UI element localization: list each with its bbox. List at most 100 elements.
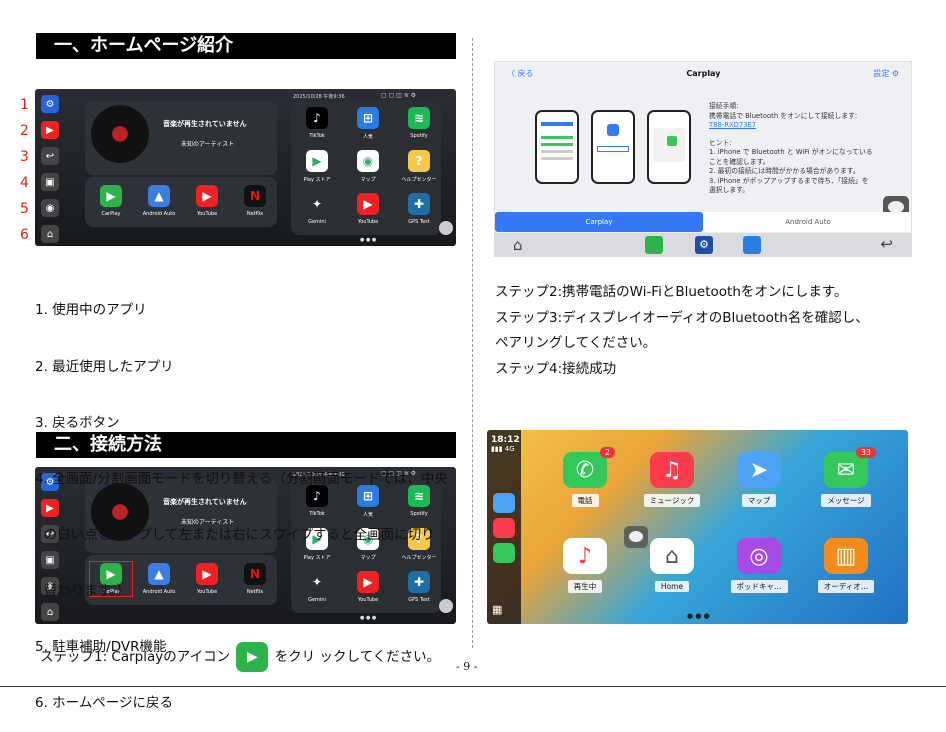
app-label: Android Auto	[142, 211, 176, 217]
app-label: Gemini	[308, 219, 326, 225]
youtube-icon: ▶	[357, 193, 379, 215]
camera-icon[interactable]: ◉	[41, 199, 59, 217]
home-icon[interactable]: ⌂	[513, 236, 523, 254]
messages-icon: ✉ 33	[824, 447, 876, 488]
back-arrow-icon[interactable]: ↩	[880, 235, 893, 253]
app-label: 人気	[362, 134, 373, 140]
carplay-home-screen: 18:12 ▮▮▮ 4G ▦ ✆ 2 電話 ♫ ミュージック ➤ マップ ✉ 33 メッセージ ♪ 再…	[487, 430, 908, 624]
carplay-sidebar: 18:12 ▮▮▮ 4G ▦	[487, 430, 521, 624]
feature-item: 6. ホームページに戻る	[35, 695, 173, 712]
dock-app[interactable]: ▲ Android Auto	[139, 185, 179, 217]
side-number: 2	[20, 123, 29, 139]
grid-app[interactable]: ◉ マップ	[346, 150, 390, 183]
connection-steps: ステップ2:携帯電話のWi-FiとBluetoothをオンにします。 ステップ3…	[495, 280, 869, 382]
carplay-app-label: マップ	[741, 494, 777, 507]
home-icon[interactable]: ⌂	[41, 225, 59, 243]
grid-app[interactable]: ▶ YouTube	[346, 193, 390, 225]
maps-icon: ◉	[357, 150, 379, 172]
grid-app[interactable]: ✦ Gemini	[295, 193, 339, 225]
step1-instruction: ステップ1: Carplayのアイコン ▶ をクリ ックしてください。	[40, 642, 440, 672]
settings-label: 設定	[873, 68, 890, 78]
home-icon: ⌂	[650, 538, 694, 574]
app-label: TikTok	[309, 133, 325, 139]
carplay-app[interactable]: ✉ 33 メッセージ	[811, 447, 881, 507]
carplay-app[interactable]: ♫ ミュージック	[637, 452, 707, 507]
now-playing-status: 音楽が再生されていません	[163, 120, 247, 128]
settings-button[interactable]: 設定 ⚙	[873, 68, 899, 79]
grid-app[interactable]: ✚ GPS Test	[397, 193, 441, 225]
app-label: CarPlay	[101, 211, 121, 217]
feature-item: の白い点をタップして左または右にスワイプすると全画面に切り	[35, 526, 435, 543]
settings-icon[interactable]: ⚙	[41, 95, 59, 113]
tab-android-auto[interactable]: Android Auto	[703, 212, 913, 232]
grid-app[interactable]: ▶ Play ストア	[295, 150, 339, 183]
carplay-icon: ▶	[100, 185, 122, 207]
head-unit-sidebar: ⚙ ▶ ↩ ▣ ◉ ⌂	[41, 95, 61, 246]
grid-app[interactable]: ? ヘルプセンター	[397, 150, 441, 183]
back-icon[interactable]: ↩	[41, 147, 59, 165]
artist-name: 未知のアーティスト	[181, 141, 235, 148]
grid-app[interactable]: ♪ TikTok	[295, 107, 339, 139]
page-number: - 9 -	[456, 660, 478, 673]
floating-ball-button[interactable]	[439, 221, 453, 235]
folder-icon[interactable]	[743, 236, 761, 254]
music-icon: ♫	[650, 452, 694, 488]
dock-app[interactable]: N Netflix	[235, 185, 275, 217]
hint-line	[709, 131, 905, 139]
carplay-app[interactable]: ▥ オーディオ…	[811, 538, 881, 593]
hint-line: ヒント:	[709, 138, 732, 147]
page-dots: ● ● ●	[360, 237, 377, 243]
popular-icon: ⊞	[357, 107, 379, 129]
carplay-app[interactable]: ➤ マップ	[724, 452, 794, 507]
grid-app[interactable]: ⊞ 人気	[346, 107, 390, 140]
audiobooks-icon: ▥	[824, 538, 868, 574]
feature-item: 4. 全画面/分割画面モードを切り替える（分割画面モードでは、中央	[35, 470, 448, 487]
recent-apps-icon[interactable]: ▶	[41, 121, 59, 139]
grid-app[interactable]: ≋ Spotify	[397, 107, 441, 139]
dock-app[interactable]: ▶ CarPlay	[91, 185, 131, 217]
podcasts-icon: ◎	[737, 538, 781, 574]
pairing-hint-text: 接続手順: 携帯電話で Bluetooth をオンにして接続します: T88-R…	[709, 102, 905, 196]
status-date: 2025/10/28 午後9:36	[293, 94, 345, 100]
app-label: マップ	[360, 177, 376, 183]
feature-item: 2. 最近使用したアプリ	[35, 358, 174, 375]
carplay-app-label: メッセージ	[821, 494, 871, 507]
app-label: YouTube	[196, 211, 218, 217]
phone-icon[interactable]	[493, 543, 515, 563]
mode-tabbar: Carplay Android Auto	[495, 212, 911, 232]
feature-item: 3. 戻るボタン	[35, 414, 120, 431]
feature-item: 1. 使用中のアプリ	[35, 302, 147, 319]
hint-line: 2. 最初の接続には時間がかかる場合があります。	[709, 167, 860, 175]
dashboard-toggle-icon[interactable]: ▦	[492, 603, 502, 616]
floating-ball-button[interactable]	[624, 526, 648, 548]
tab-carplay[interactable]: Carplay	[495, 212, 703, 232]
app-label: GPS Test	[408, 219, 430, 225]
vinyl-disc-icon	[91, 105, 149, 163]
step-text: ステップ4:接続成功	[495, 360, 617, 377]
netflix-icon: N	[244, 185, 266, 207]
carplay-app-label: ポッドキャ…	[730, 580, 788, 593]
music-icon[interactable]	[493, 518, 515, 538]
maps-icon[interactable]	[645, 236, 663, 254]
step1-text-after: をクリ ックしてください。	[274, 649, 441, 665]
signal-indicator: ▮▮▮ 4G	[491, 445, 515, 453]
side-number: 6	[20, 227, 29, 243]
app-label: ヘルプセンター	[401, 177, 437, 183]
split-screen-icon[interactable]: ▣	[41, 173, 59, 191]
system-bottom-bar: ⌂ ⚙ ↩	[495, 233, 911, 257]
app-label: Spotify	[410, 133, 428, 139]
dock-app[interactable]: ▶ YouTube	[187, 185, 227, 217]
hint-line: 選択します。	[709, 186, 750, 194]
carplay-app[interactable]: ⌂ Home	[637, 538, 707, 593]
carplay-app[interactable]: ♪ 再生中	[550, 538, 620, 593]
section-title-homepage: 一、ホームページ紹介	[36, 33, 456, 59]
back-button[interactable]: 〈 戻る	[507, 68, 534, 79]
gps-test-icon: ✚	[408, 193, 430, 215]
carplay-app[interactable]: ◎ ポッドキャ…	[724, 538, 794, 593]
carplay-app[interactable]: ✆ 2 電話	[550, 447, 620, 507]
maps-icon[interactable]	[493, 493, 515, 513]
settings-icon[interactable]: ⚙	[695, 236, 713, 254]
footer-rule	[0, 686, 946, 687]
bluetooth-name: T88-RXD73E7	[709, 121, 757, 129]
carplay-icon: ▶	[236, 642, 269, 672]
